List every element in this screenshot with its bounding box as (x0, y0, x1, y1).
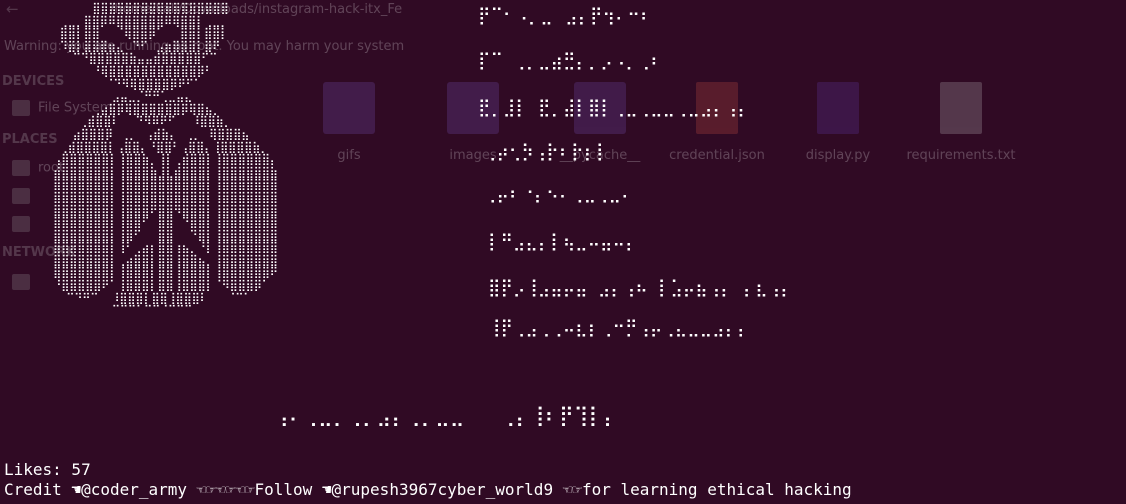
python-file-icon (817, 82, 859, 134)
braille-line-8: ⢸⡟⢀⣠⢀⢀⠤⣆⡆⢀⠒⡛⢠⡤⢀⣄⣀⣀⣠⡄⡄ (488, 318, 750, 338)
coder-army-banner: ⢠⠄⢀⣀⡀⢀⡀⣠⡄⢀⡀⣀⣀ ⢀⡄⢸⠆⡟⢹⡇⡄ (274, 403, 618, 427)
credit-line: Credit ☚︎@coder_army ☜︎☞︎☜︎☞︎☜︎☞︎Follow … (4, 480, 852, 499)
folder-icon (323, 82, 375, 134)
braille-menu-block: ⡟⠉⠂⠠⡀⣀⠀⣠⡄⡟⢲⠄⠒⠆ ⡏⠉ ⢀⡀⣀⣴⣛⡄⡀⡠⠠⡀⢀⠆ ⣟⡀⣸⡇ ⣟⡀⣼⡇… (478, 6, 793, 338)
file-display-py: display.py (783, 82, 893, 163)
likes-count: Likes: 57 (4, 460, 91, 479)
braille-line-7: ⣿⡟⡠⢸⣠⣤⡤⣤ ⣠⡄⢠⠦ ⡇⣡⡤⣦⢠⡄ ⡄⣆⢠⡄ (488, 278, 793, 298)
ascii-art-portrait: ⣿⣿⣿⣿⣿⣿⣿⣿⣿⣿⣿⣿⣿⣿⣿⣿⣿ ⢀⣀⡀⣿⣿⡿⠿⣿⣿⣿⣿⣿⣿⠿⢿⣿⣿⡇⢀⣀⡀ … (53, 1, 278, 318)
sidebar-item-desktop (12, 188, 38, 204)
desktop-folder-icon (12, 188, 30, 204)
file-credential-json: credential.json (662, 82, 772, 163)
braille-line-5: ⢀⡤⠆⠐⡄⠢⠄⢀⣀⢀⣀⠄ (484, 184, 634, 204)
braille-line-6: ⡇⠛⣠⣄⡄⡇⢦⣀⠤⣤⠤⡄ (488, 232, 638, 252)
file-requirements-txt: requirements.txt (906, 82, 1016, 163)
file-gifs: gifs (294, 82, 404, 163)
text-file-icon (940, 82, 982, 134)
braille-line-2: ⡏⠉ ⢀⡀⣀⣴⣛⡄⡀⡠⠠⡀⢀⠆ (478, 51, 663, 71)
network-icon (12, 274, 30, 290)
home-folder-icon (12, 160, 30, 176)
sidebar-item-trash (12, 216, 38, 232)
back-arrow-icon: ← (6, 0, 19, 18)
sidebar-item-network (12, 274, 38, 290)
braille-line-4: ⢀⡴⢂⡳⢠⡗⠆⡗⡆⡇ (484, 142, 609, 162)
braille-line-3: ⣟⡀⣸⡇ ⣟⡀⣼⡇⣿⡇⢀⣀⢀⣀⣀⢀⣀⣠⡄⢠⡄ (478, 98, 750, 118)
trash-icon (12, 216, 30, 232)
braille-line-1: ⡟⠉⠂⠠⡀⣀⠀⣠⡄⡟⢲⠄⠒⠆ (478, 6, 653, 26)
drive-icon (12, 100, 30, 116)
